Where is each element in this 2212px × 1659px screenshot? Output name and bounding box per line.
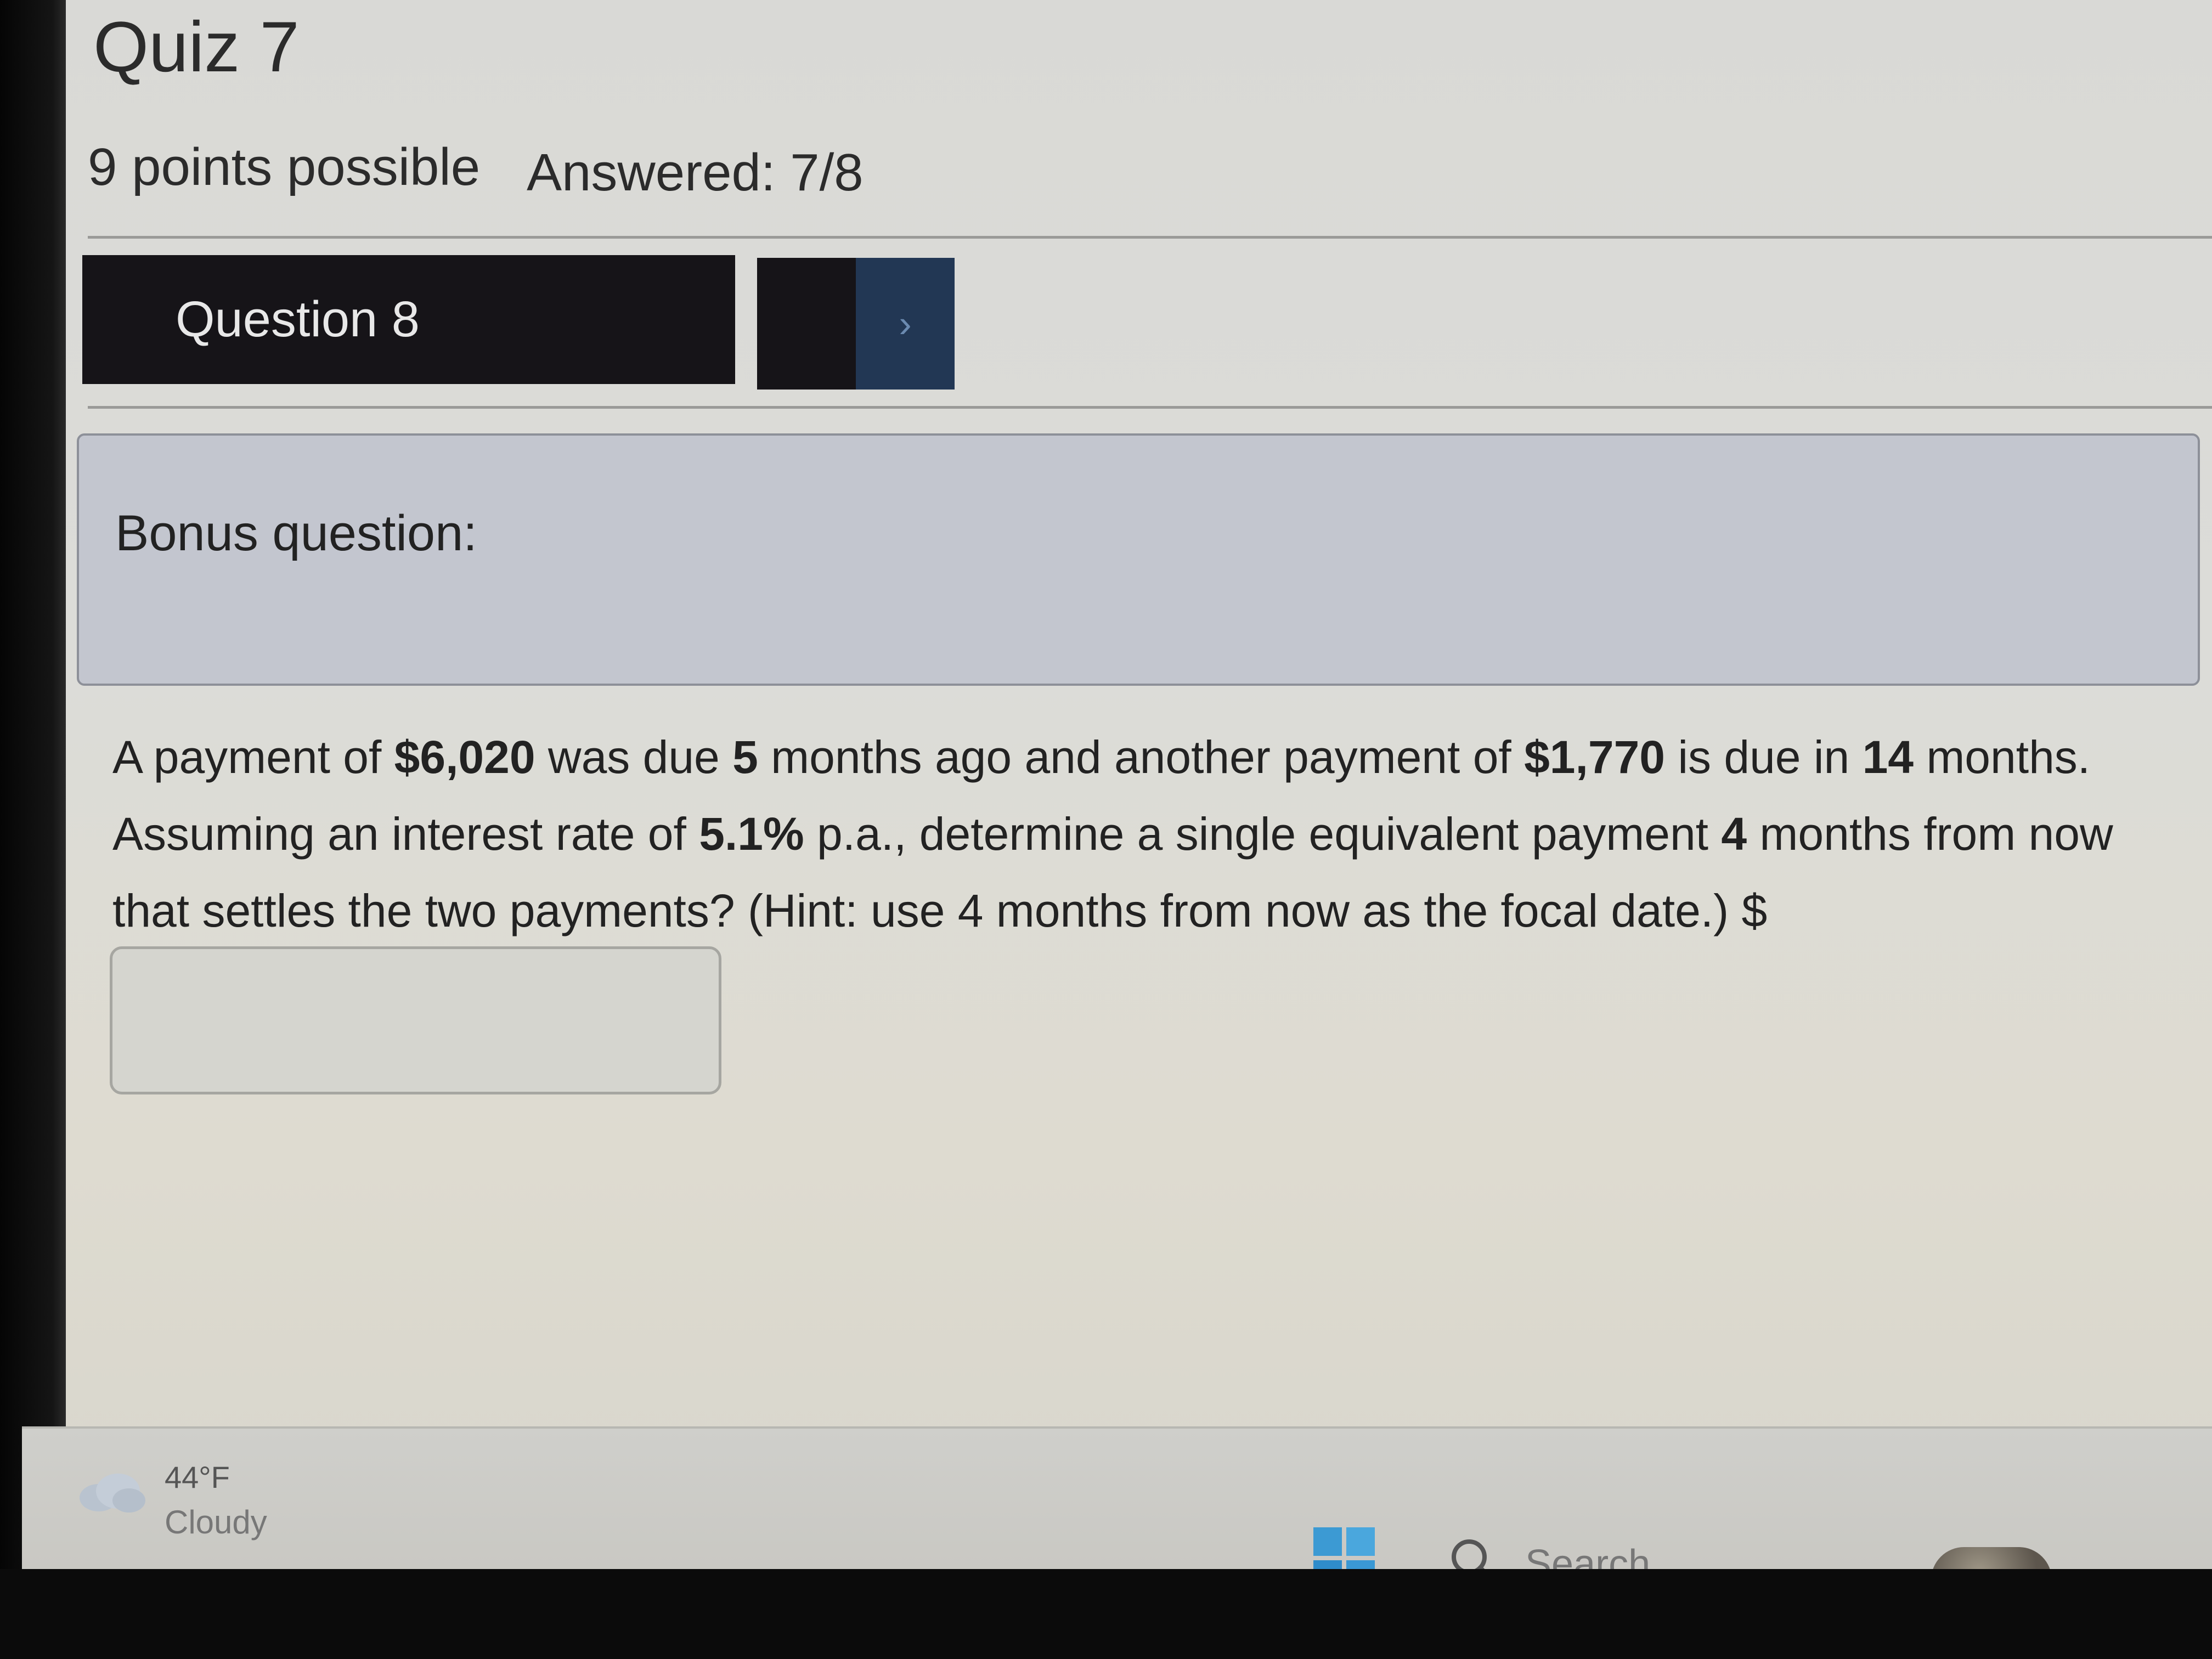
answered-count: Answered: 7/8 (527, 143, 864, 202)
question-text-segment: A payment of (112, 731, 394, 783)
screen-bezel-left (0, 0, 66, 1659)
question-selector[interactable]: Question 8 (82, 255, 735, 384)
question-text-segment: p.a., determine a single equivalent paym… (804, 808, 1722, 860)
interest-rate: 5.1% (699, 808, 804, 860)
months-ago-value: 5 (732, 731, 758, 783)
weather-temperature[interactable]: 44°F (165, 1459, 230, 1495)
bonus-question-label: Bonus question: (115, 505, 477, 561)
points-possible: 9 points possible (88, 138, 481, 196)
question-text-segment: is due in (1665, 731, 1863, 783)
cloud-icon[interactable] (77, 1470, 148, 1514)
taskbar (22, 1426, 2212, 1571)
divider (88, 236, 2212, 239)
screen-bezel-bottom (0, 1569, 2212, 1659)
weather-condition[interactable]: Cloudy (165, 1503, 267, 1541)
quiz-title: Quiz 7 (93, 7, 300, 87)
divider (88, 406, 2212, 409)
focal-months-value: 4 (1721, 808, 1747, 860)
next-question-button[interactable]: › (856, 258, 955, 390)
question-text: A payment of $6,020 was due 5 months ago… (112, 719, 2186, 949)
amount-1: $6,020 (394, 731, 535, 783)
amount-2: $1,770 (1524, 731, 1666, 783)
question-text-segment: was due (535, 731, 733, 783)
answer-input[interactable] (110, 946, 721, 1094)
months-due-value: 14 (1862, 731, 1914, 783)
question-text-segment: months ago and another payment of (758, 731, 1525, 783)
